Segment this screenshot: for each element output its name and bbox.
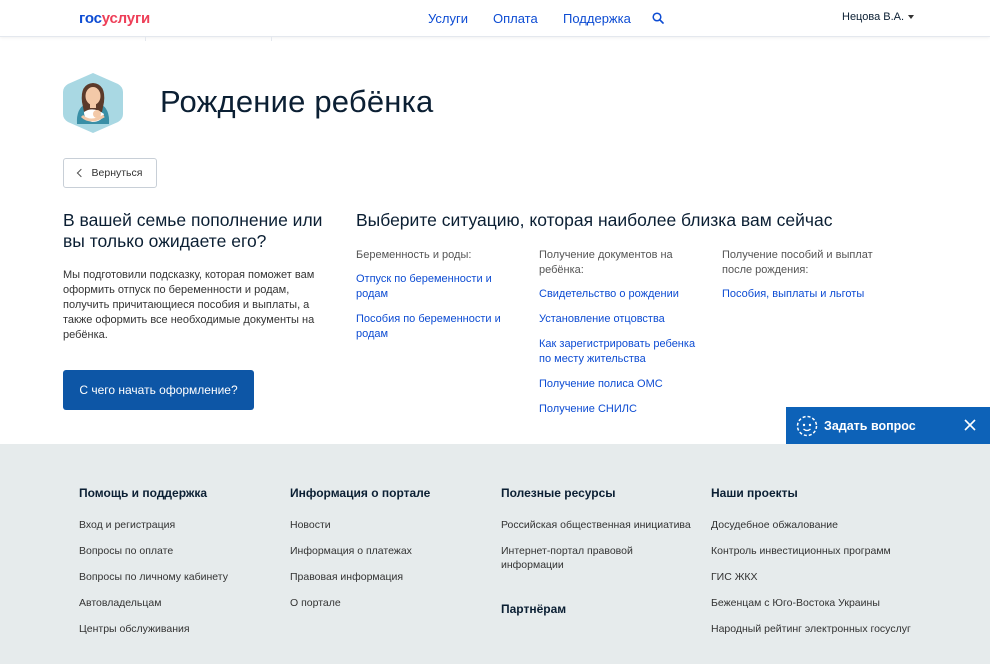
caret-down-icon — [908, 15, 915, 20]
search-icon[interactable] — [652, 12, 664, 24]
ask-question-label: Задать вопрос — [824, 418, 916, 433]
footer-column-title: Помощь и поддержка — [79, 486, 208, 500]
footer-column-resources: Полезные ресурсы Российская общественная… — [501, 486, 691, 634]
link-paternity[interactable]: Установление отцовства — [539, 312, 709, 327]
nav-support[interactable]: Поддержка — [563, 11, 631, 26]
situation-column-pregnancy: Беременность и роды: Отпуск по беременно… — [356, 248, 526, 352]
page-title: Рождение ребёнка — [160, 84, 434, 119]
footer-link[interactable]: Народный рейтинг электронных госуслуг — [711, 622, 921, 636]
user-name: Нецова В.А. — [842, 11, 905, 23]
link-snils[interactable]: Получение СНИЛС — [539, 402, 709, 417]
footer-link[interactable]: Интернет-портал правовой информации — [501, 544, 691, 572]
link-registration[interactable]: Как зарегистрировать ребенка по месту жи… — [539, 337, 709, 367]
situation-column-benefits: Получение пособий и выплат после рождени… — [722, 248, 887, 312]
mother-with-baby-icon — [63, 73, 123, 133]
logo-part-gos: гос — [79, 10, 102, 27]
link-benefits[interactable]: Пособия, выплаты и льготы — [722, 287, 887, 302]
nav-payment[interactable]: Оплата — [493, 11, 538, 26]
logo-part-uslugi: услуги — [101, 10, 151, 27]
left-description: Мы подготовили подсказку, которая поможе… — [63, 269, 315, 341]
footer-column-title: Наши проекты — [711, 486, 798, 500]
gosuslugi-logo[interactable]: госуслуги — [79, 10, 150, 27]
column-title: Получение документов на ребёнка: — [539, 249, 673, 276]
back-button[interactable]: Вернуться — [63, 158, 157, 188]
top-header: госуслуги Услуги Оплата Поддержка Нецова… — [0, 0, 990, 37]
support-agent-icon — [796, 415, 818, 436]
nav-services[interactable]: Услуги — [428, 11, 468, 26]
link-maternity-benefits[interactable]: Пособия по беременности и родам — [356, 312, 526, 342]
footer-partners-title: Партнёрам — [501, 602, 567, 616]
footer-link[interactable]: Информация о платежах — [290, 544, 480, 558]
column-title: Беременность и роды: — [356, 249, 472, 261]
footer-link[interactable]: Вопросы по личному кабинету — [79, 570, 269, 584]
start-button[interactable]: С чего начать оформление? — [63, 370, 254, 410]
user-menu[interactable]: Нецова В.А. — [842, 11, 915, 23]
footer-link[interactable]: Правовая информация — [290, 570, 480, 584]
footer-link[interactable]: Центры обслуживания — [79, 622, 269, 636]
situation-heading: Выберите ситуацию, которая наиболее близ… — [356, 210, 833, 230]
footer-link[interactable]: ГИС ЖКХ — [711, 570, 921, 584]
left-heading: В вашей семье пополнение или вы только о… — [63, 210, 323, 251]
footer-link[interactable]: Беженцам с Юго-Востока Украины — [711, 596, 921, 610]
footer-link[interactable]: Контроль инвестиционных программ — [711, 544, 921, 558]
footer-link[interactable]: Новости — [290, 518, 480, 532]
link-maternity-leave[interactable]: Отпуск по беременности и родам — [356, 272, 526, 302]
footer-link[interactable]: Российская общественная инициатива — [501, 518, 691, 532]
header-divider — [0, 37, 990, 41]
footer-column-help: Помощь и поддержка Вход и регистрация Во… — [79, 486, 269, 648]
footer-link[interactable]: Вход и регистрация — [79, 518, 269, 532]
footer-column-title: Информация о портале — [290, 486, 431, 500]
footer-column-projects: Наши проекты Досудебное обжалование Конт… — [711, 486, 921, 648]
back-button-label: Вернуться — [91, 167, 143, 179]
chevron-left-icon — [76, 168, 85, 178]
footer-link[interactable]: О портале — [290, 596, 480, 610]
link-birth-certificate[interactable]: Свидетельство о рождении — [539, 287, 709, 302]
close-icon[interactable] — [964, 419, 976, 431]
ask-question-widget[interactable]: Задать вопрос — [786, 407, 990, 444]
footer: Помощь и поддержка Вход и регистрация Во… — [0, 444, 990, 664]
footer-link[interactable]: Автовладельцам — [79, 596, 269, 610]
column-title: Получение пособий и выплат после рождени… — [722, 249, 873, 276]
link-oms-policy[interactable]: Получение полиса ОМС — [539, 377, 709, 392]
footer-link[interactable]: Досудебное обжалование — [711, 518, 921, 532]
footer-link[interactable]: Вопросы по оплате — [79, 544, 269, 558]
footer-column-info: Информация о портале Новости Информация … — [290, 486, 480, 622]
footer-column-title: Полезные ресурсы — [501, 486, 616, 500]
situation-column-documents: Получение документов на ребёнка: Свидете… — [539, 248, 709, 427]
